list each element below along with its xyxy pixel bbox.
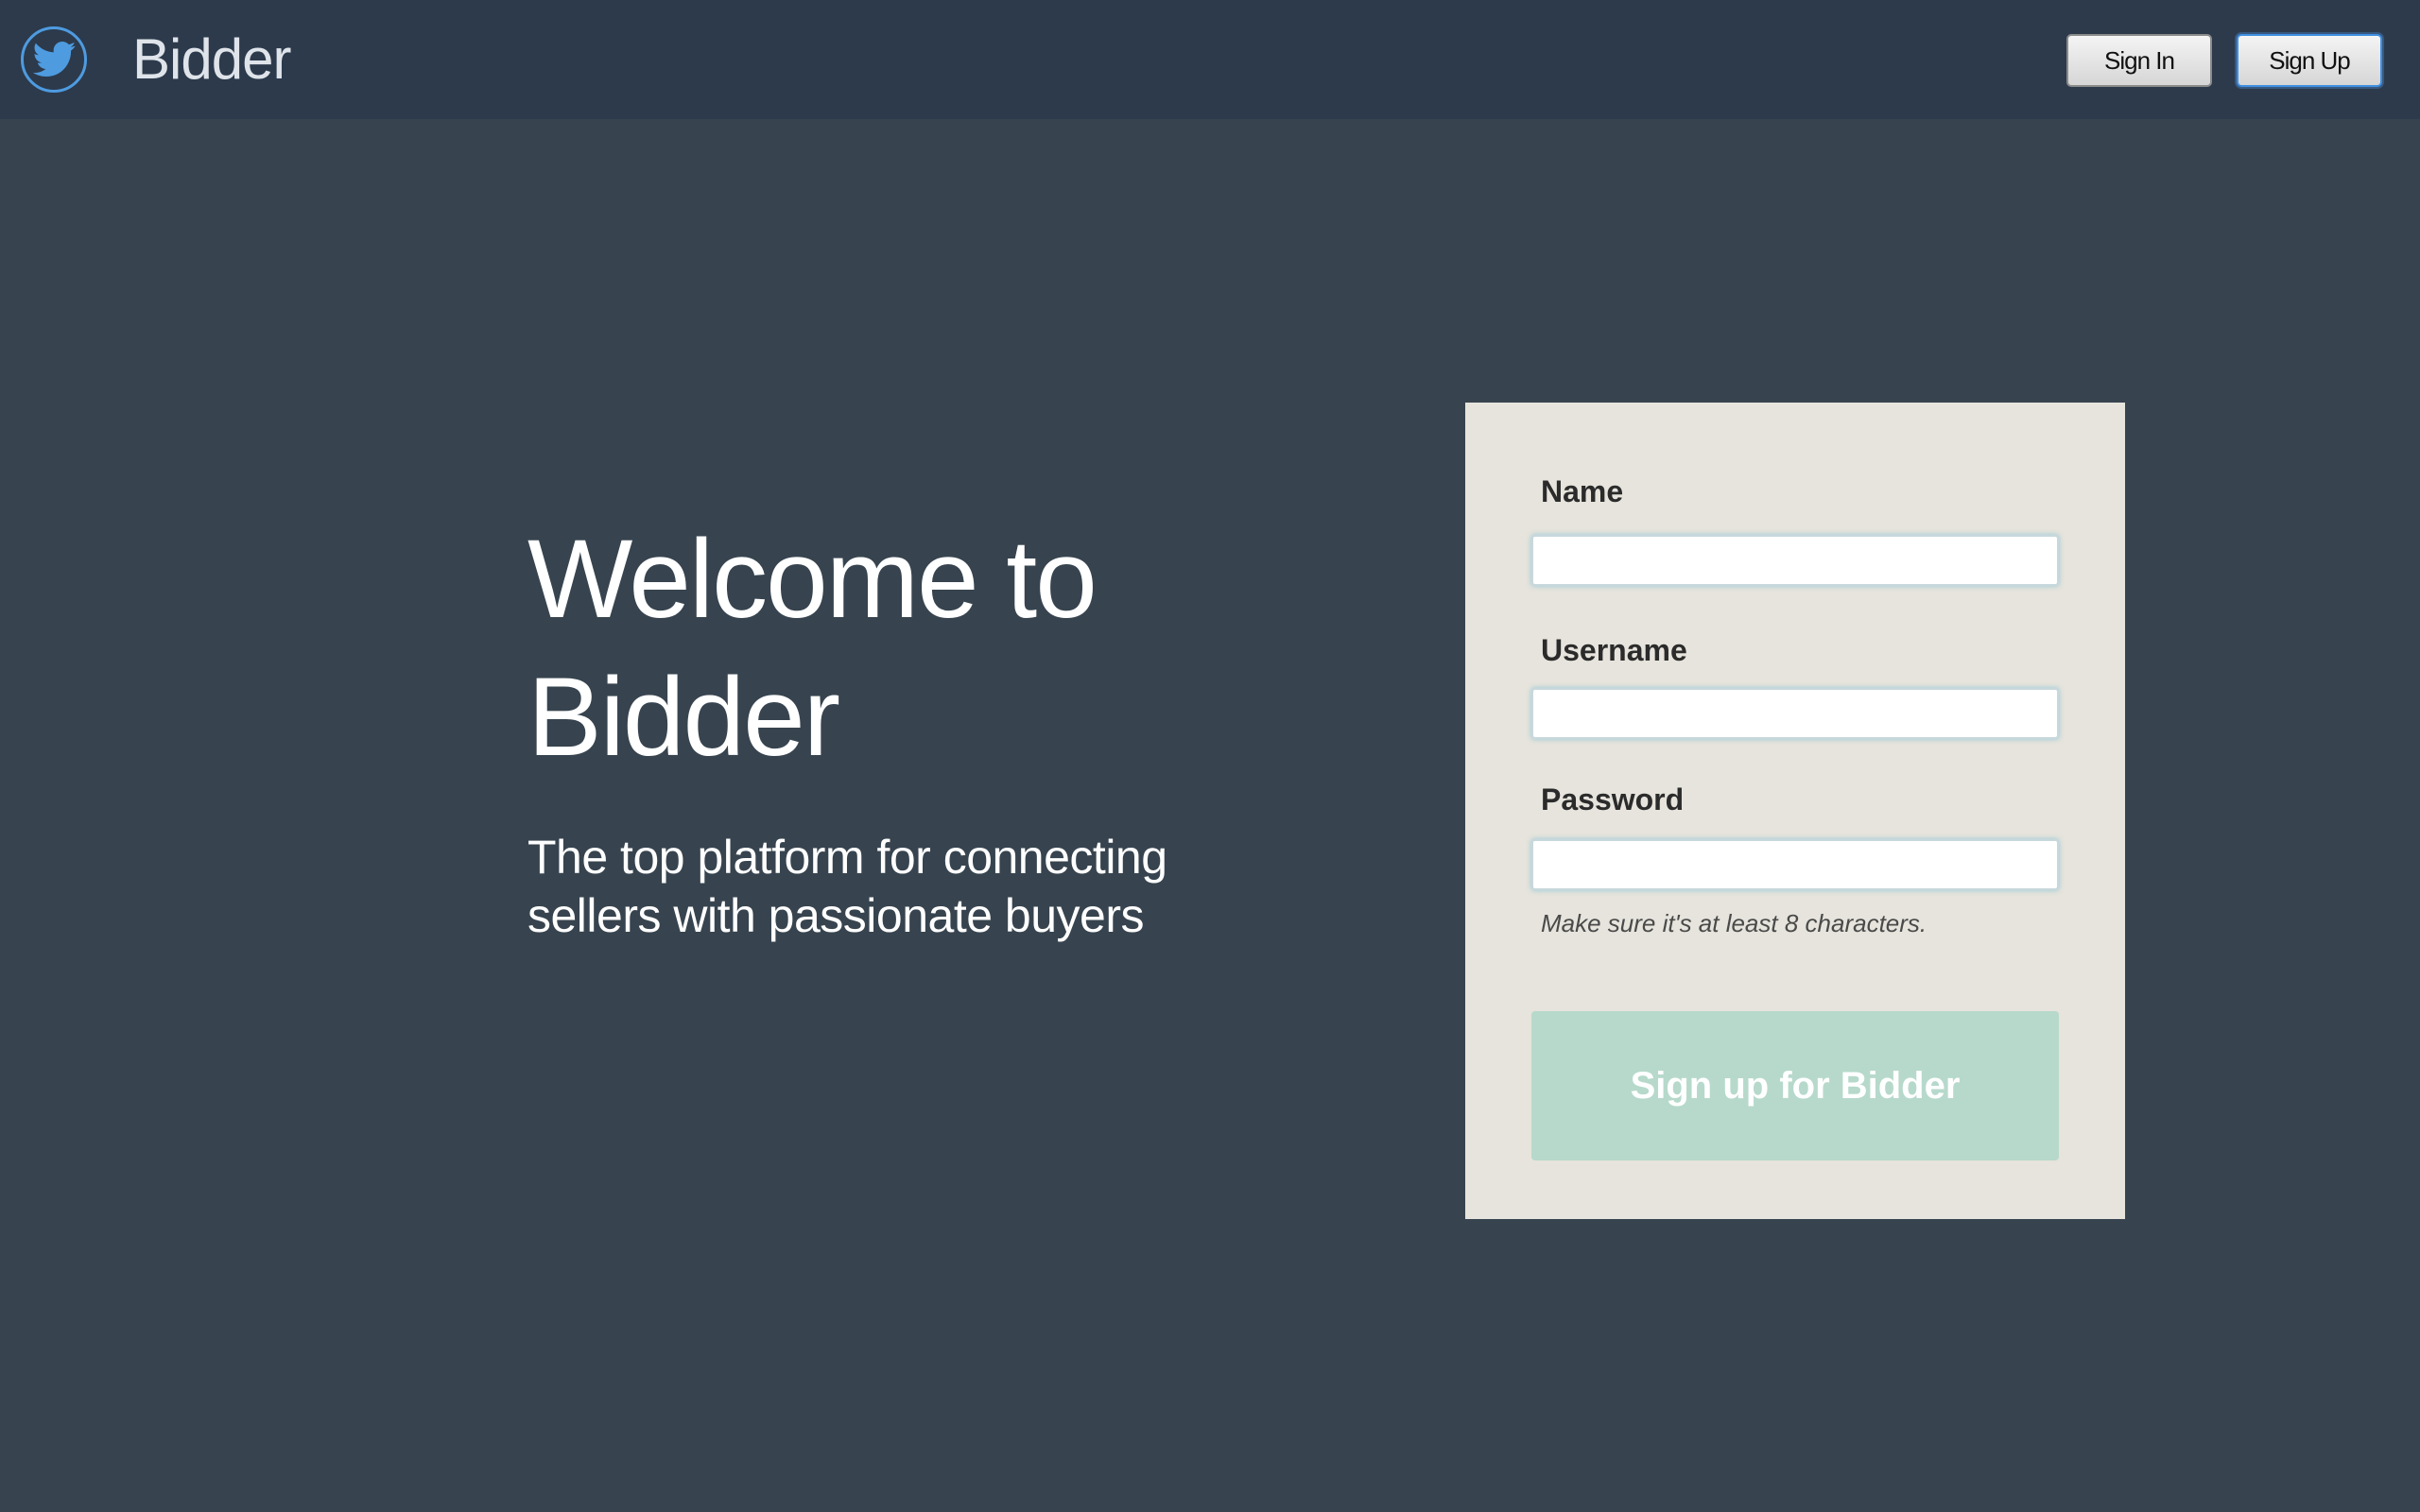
sign-up-submit-button[interactable]: Sign up for Bidder xyxy=(1531,1011,2059,1160)
hero-subtitle: The top platform for connecting sellers w… xyxy=(527,828,1246,945)
username-label: Username xyxy=(1541,633,1687,667)
sign-in-button[interactable]: Sign In xyxy=(2066,34,2212,87)
name-label: Name xyxy=(1541,474,1624,508)
hero-title-line-2: Bidder xyxy=(527,655,840,780)
password-label: Password xyxy=(1541,782,1685,816)
hero-subtitle-line-2: sellers with passionate buyers xyxy=(527,889,1145,942)
hero-title: Welcome to Bidder xyxy=(527,510,1284,786)
signup-form-card: Name Username Password Make sure it's at… xyxy=(1465,403,2125,1219)
username-input[interactable] xyxy=(1531,688,2059,739)
hero-title-line-1: Welcome to xyxy=(527,517,1098,642)
name-input[interactable] xyxy=(1531,535,2059,586)
bird-icon[interactable] xyxy=(21,26,87,93)
password-input[interactable] xyxy=(1531,839,2059,890)
password-hint: Make sure it's at least 8 characters. xyxy=(1541,909,1927,937)
hero-subtitle-line-1: The top platform for connecting xyxy=(527,831,1167,884)
sign-up-button[interactable]: Sign Up xyxy=(2237,34,2382,87)
brand-name[interactable]: Bidder xyxy=(132,26,291,93)
top-navigation-bar: Bidder Sign In Sign Up xyxy=(0,0,2420,119)
bird-icon-glyph xyxy=(33,42,77,77)
